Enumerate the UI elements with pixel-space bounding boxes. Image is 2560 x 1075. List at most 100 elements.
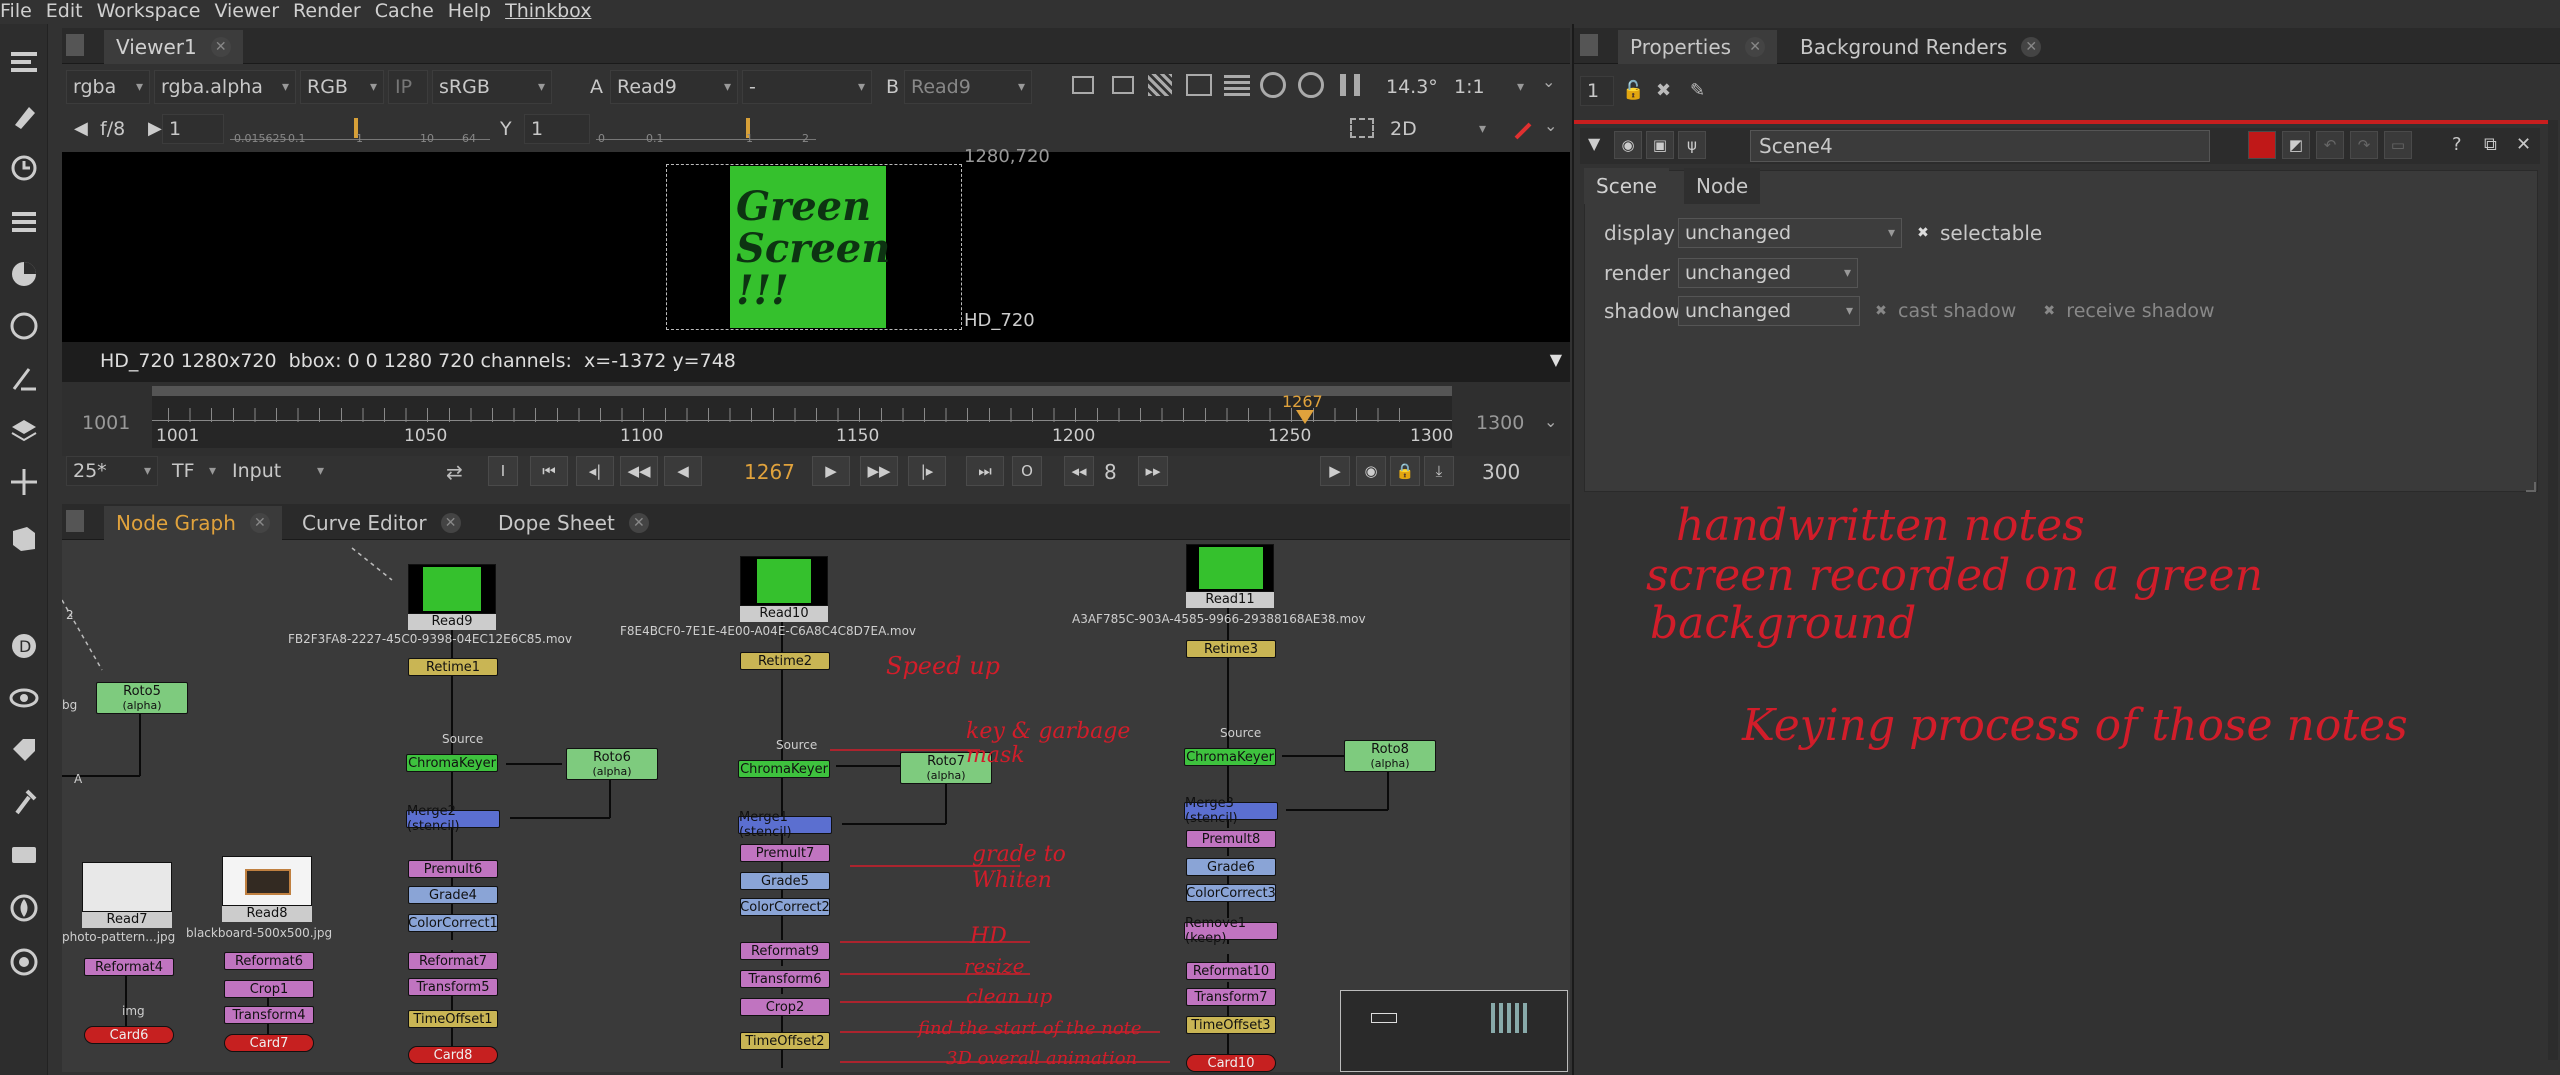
- clear-icon[interactable]: ✖: [1656, 80, 1671, 101]
- lock-button[interactable]: 🔒: [1390, 456, 1420, 486]
- subtab-node[interactable]: Node: [1684, 168, 1761, 204]
- close-icon[interactable]: ✕: [210, 37, 231, 57]
- read10-node[interactable]: Read10: [740, 606, 828, 622]
- reformat10-node[interactable]: Reformat10: [1186, 962, 1276, 980]
- premult7-node[interactable]: Premult7: [740, 844, 830, 862]
- retime2-node[interactable]: Retime2: [740, 652, 830, 670]
- node-name-field[interactable]: Scene4: [1750, 130, 2210, 162]
- step-back-button[interactable]: ◂◂: [1064, 456, 1094, 486]
- properties-scrollbar[interactable]: [2548, 120, 2558, 1060]
- color-icon[interactable]: [6, 256, 42, 292]
- timeline-track[interactable]: 1001 1050 1100 1150 1200 1250 1300 1267: [152, 386, 1453, 448]
- filter-icon[interactable]: [6, 308, 42, 344]
- read7-thumbnail[interactable]: [82, 862, 172, 912]
- tab-viewer1[interactable]: Viewer1 ✕: [104, 30, 243, 64]
- timeline-bar[interactable]: 1001 1001 1050 1100 1150 1200 1250 1300 …: [62, 382, 1570, 456]
- reformat4-node[interactable]: Reformat4: [84, 958, 174, 976]
- ratio-dropdown[interactable]: 1:1: [1448, 70, 1530, 104]
- close-icon[interactable]: ✕: [440, 513, 461, 533]
- transform-icon[interactable]: [6, 464, 42, 500]
- tab-background-renders[interactable]: Background Renders ✕: [1788, 30, 2053, 64]
- channel-icon[interactable]: [6, 204, 42, 240]
- prev-increment-button[interactable]: ◀◀: [620, 456, 658, 486]
- other-icon[interactable]: [6, 784, 42, 820]
- blend-dropdown[interactable]: -: [742, 70, 872, 104]
- close-icon[interactable]: ✕: [628, 513, 649, 533]
- card7-node[interactable]: Card7: [224, 1034, 314, 1052]
- close-icon[interactable]: ✕: [2516, 134, 2531, 155]
- collapse-icon[interactable]: ▼: [1588, 134, 1600, 153]
- read9-thumbnail[interactable]: [408, 564, 496, 614]
- next-keyframe-button[interactable]: |▸: [908, 456, 946, 486]
- colorcorrect3-node[interactable]: ColorCorrect3: [1186, 884, 1276, 902]
- time-icon[interactable]: [6, 150, 42, 186]
- menu-cache[interactable]: Cache: [375, 0, 444, 22]
- expand-icon[interactable]: ⌄: [1542, 72, 1555, 91]
- read8-thumbnail[interactable]: [222, 856, 312, 906]
- crop2-node[interactable]: Crop2: [740, 998, 830, 1016]
- a-input-dropdown[interactable]: Read9: [610, 70, 738, 104]
- keyer-icon[interactable]: [6, 360, 42, 396]
- resize-handle[interactable]: [2526, 482, 2536, 492]
- panel-menu-icon[interactable]: [66, 510, 84, 532]
- transform6-node[interactable]: Transform6: [740, 970, 830, 988]
- shadow-dropdown[interactable]: unchanged: [1678, 296, 1860, 326]
- chromakeyer3-node[interactable]: ChromaKeyer: [1184, 748, 1276, 766]
- roto6-node[interactable]: Roto6 (alpha): [566, 748, 658, 780]
- color-pick-icon[interactable]: [1514, 118, 1536, 140]
- tf-dropdown[interactable]: TF: [166, 456, 222, 486]
- timeoffset2-node[interactable]: TimeOffset2: [740, 1032, 830, 1050]
- furnace-icon[interactable]: [6, 890, 42, 926]
- lock-icon[interactable]: 🔓: [1622, 80, 1644, 101]
- first-frame-button[interactable]: ⏮: [530, 456, 568, 486]
- fstop-next-icon[interactable]: ▶: [148, 118, 162, 139]
- cast-shadow-checkbox[interactable]: ✖: [1872, 302, 1890, 320]
- menu-viewer[interactable]: Viewer: [214, 0, 289, 22]
- colorcorrect2-node[interactable]: ColorCorrect2: [740, 898, 830, 916]
- crop1-node[interactable]: Crop1: [224, 980, 314, 998]
- info-toggle-icon[interactable]: ▼: [1550, 350, 1562, 369]
- premult8-node[interactable]: Premult8: [1186, 830, 1276, 848]
- edit-icon[interactable]: ✎: [1690, 80, 1705, 101]
- next-frame-button[interactable]: ▶▶: [860, 456, 898, 486]
- premult6-node[interactable]: Premult6: [408, 860, 498, 878]
- float-icon[interactable]: ⧉: [2484, 134, 2497, 155]
- prev-keyframe-button[interactable]: ◂|: [576, 456, 614, 486]
- chromakeyer2-node[interactable]: ChromaKeyer: [738, 760, 830, 778]
- revert-icon[interactable]: ▭: [2384, 131, 2412, 159]
- step-value[interactable]: 8: [1104, 460, 1117, 484]
- step-forward-button[interactable]: ▸▸: [1138, 456, 1168, 486]
- read10-thumbnail[interactable]: [740, 556, 828, 606]
- timeoffset3-node[interactable]: TimeOffset3: [1186, 1016, 1276, 1034]
- reformat7-node[interactable]: Reformat7: [408, 952, 498, 970]
- colorcorrect1-node[interactable]: ColorCorrect1: [408, 914, 498, 932]
- reformat9-node[interactable]: Reformat9: [740, 942, 830, 960]
- input-icon[interactable]: ψ: [1678, 131, 1706, 159]
- read7-node[interactable]: Read7: [82, 912, 172, 928]
- toolsets-icon[interactable]: [6, 836, 42, 872]
- receive-shadow-checkbox[interactable]: ✖: [2040, 302, 2058, 320]
- zoom-value[interactable]: 14.3°: [1380, 70, 1438, 104]
- merge1-node[interactable]: Merge1 (stencil): [738, 810, 832, 840]
- fstop-label[interactable]: f/8: [100, 118, 125, 140]
- views-icon[interactable]: [6, 680, 42, 716]
- merge-icon[interactable]: [6, 412, 42, 448]
- fps-dropdown[interactable]: 25*: [66, 456, 158, 486]
- roto8-node[interactable]: Roto8 (alpha): [1344, 740, 1436, 772]
- gl-icon[interactable]: [1186, 74, 1212, 96]
- display-dropdown[interactable]: unchanged: [1678, 218, 1902, 248]
- menu-help[interactable]: Help: [448, 0, 501, 22]
- minimap-viewport[interactable]: [1371, 1013, 1397, 1023]
- view-mode-dropdown[interactable]: 2D: [1384, 114, 1492, 144]
- region-icon[interactable]: [1350, 118, 1374, 138]
- tab-node-graph[interactable]: Node Graph ✕: [104, 506, 282, 540]
- playhead-marker[interactable]: [1296, 410, 1314, 424]
- plugins-icon[interactable]: [6, 944, 42, 980]
- panel-menu-icon[interactable]: [1580, 34, 1598, 56]
- metadata-icon[interactable]: [6, 732, 42, 768]
- grade5-node[interactable]: Grade5: [740, 872, 830, 890]
- frame-count-field[interactable]: 300: [1482, 460, 1520, 484]
- timeoffset1-node[interactable]: TimeOffset1: [408, 1010, 498, 1028]
- channels-dropdown[interactable]: rgba: [66, 70, 150, 104]
- reformat6-node[interactable]: Reformat6: [224, 952, 314, 970]
